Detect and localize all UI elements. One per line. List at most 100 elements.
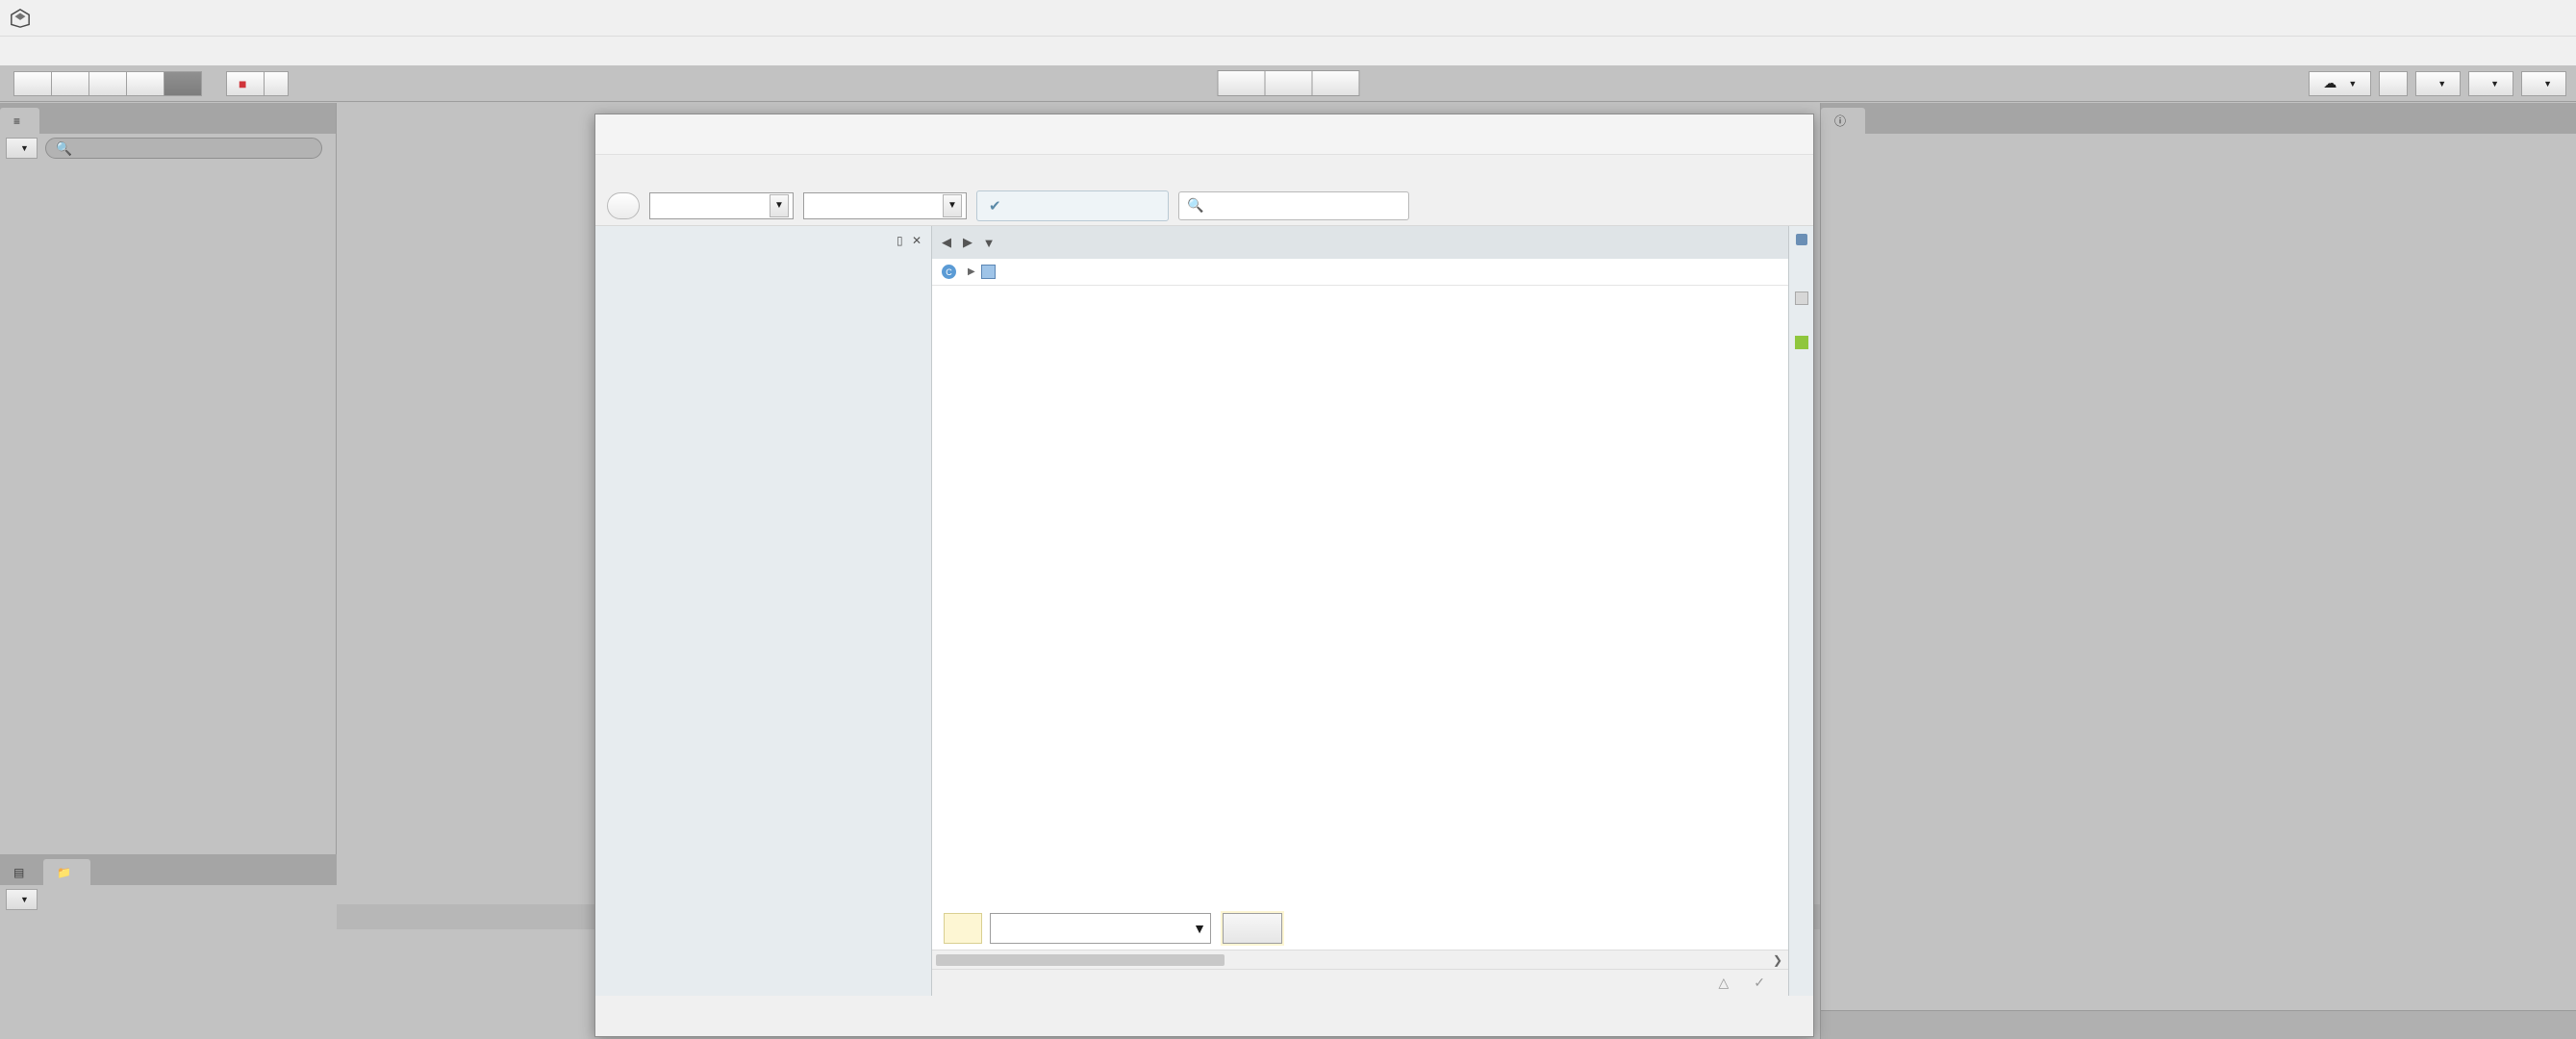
- notification-message-box: [944, 913, 982, 944]
- md-status-indicator: ✔: [976, 190, 1169, 221]
- maximize-button[interactable]: [2451, 0, 2513, 37]
- close-button[interactable]: [2513, 0, 2576, 37]
- md-search-input[interactable]: 🔍: [1178, 190, 1409, 220]
- project-create-button[interactable]: ▼: [6, 889, 38, 910]
- chevron-down-icon: ▼: [770, 193, 789, 217]
- tab-project[interactable]: 📁: [43, 859, 91, 885]
- solution-tree[interactable]: [595, 255, 931, 794]
- inspector-footer-label: [1821, 1010, 2576, 1039]
- step-button[interactable]: [1311, 70, 1360, 96]
- editor-breadcrumb[interactable]: C ▶: [932, 259, 1788, 286]
- monodevelop-titlebar: [595, 114, 1813, 155]
- editor-horizontal-scrollbar[interactable]: ❯: [932, 950, 1788, 969]
- line-endings-select[interactable]: ▼: [990, 913, 1211, 944]
- chevron-down-icon: ▼: [1193, 921, 1206, 936]
- search-icon: 🔍: [55, 139, 73, 156]
- monodevelop-toolbar: ▼ ▼ ✔ 🔍: [595, 186, 1813, 226]
- close-pane-icon[interactable]: ✕: [912, 234, 922, 247]
- layout-button[interactable]: ▼: [2521, 70, 2566, 96]
- unity-menubar: [0, 37, 2576, 65]
- editor-pane: ◀ ▶ ▼ C ▶ ▼ ❯ △ ✓: [932, 226, 1788, 996]
- scroll-right-arrow[interactable]: ❯: [1773, 953, 1782, 967]
- screen-root: ■ ☁ ▼ ▼ ▼ ▼ ≡ ▼ 🔍 ▤ 📁 ▼ ⓘ ▼ ▼ ✔ 🔍 ▯ ✕ ◀ …: [0, 0, 2576, 1039]
- scrollbar-thumb[interactable]: [936, 953, 1225, 966]
- md-minimize-button[interactable]: [1605, 114, 1675, 155]
- pivot-toggle[interactable]: ■: [226, 70, 265, 96]
- tab-console[interactable]: ▤: [0, 859, 44, 885]
- global-toggle[interactable]: [264, 70, 290, 96]
- notification-ok-button[interactable]: [1223, 913, 1282, 944]
- hand-tool-icon[interactable]: [13, 70, 52, 96]
- chevron-down-icon: ▼: [943, 193, 962, 217]
- check-circle-icon: ✔: [989, 197, 1001, 215]
- hierarchy-search-input[interactable]: 🔍: [44, 138, 322, 159]
- chevron-down-icon: ▼: [2348, 78, 2358, 89]
- project-panel: ▤ 📁 ▼: [0, 854, 337, 1039]
- unity-logo-icon: [11, 8, 30, 28]
- md-close-button[interactable]: [1744, 114, 1813, 155]
- project-tabrow: ▤ 📁: [0, 854, 337, 885]
- tab-prev-arrow[interactable]: ◀: [936, 235, 957, 250]
- tab-hierarchy[interactable]: ≡: [0, 108, 40, 134]
- class-icon: C: [942, 265, 956, 279]
- right-dock-strip: [1788, 226, 1813, 996]
- hierarchy-toolbar: ▼ 🔍: [0, 134, 336, 163]
- project-tree[interactable]: [0, 914, 337, 1039]
- inspector-icon: ⓘ: [1834, 114, 1847, 128]
- solution-pane-controls[interactable]: ▯ ✕: [897, 234, 922, 247]
- tab-services[interactable]: [1865, 108, 1893, 134]
- tab-next-arrow[interactable]: ▶: [957, 235, 978, 250]
- chevron-right-icon: ▶: [968, 266, 975, 277]
- play-button[interactable]: [1217, 70, 1266, 96]
- monodevelop-window: ▼ ▼ ✔ 🔍 ▯ ✕ ◀ ▶ ▼ C ▶ ▼ ❯ △ ✓: [594, 114, 1814, 1037]
- chevron-down-icon: ▼: [2543, 78, 2552, 89]
- unity-window-controls: [2388, 0, 2576, 37]
- md-maximize-button[interactable]: [1675, 114, 1744, 155]
- layers-button[interactable]: ▼: [2468, 70, 2514, 96]
- chevron-down-icon: ▼: [20, 143, 29, 153]
- check-icon: ✓: [1754, 975, 1765, 990]
- pivot-group: ■: [226, 70, 290, 96]
- solution-header: ▯ ✕: [595, 226, 931, 255]
- hierarchy-icon: ≡: [13, 114, 21, 128]
- monodevelop-menubar: [595, 155, 1813, 186]
- tab-inspector[interactable]: ⓘ: [1821, 108, 1866, 134]
- inspector-body[interactable]: [1821, 134, 2576, 1000]
- unity-toolbar-right: ☁ ▼ ▼ ▼ ▼: [2301, 70, 2566, 96]
- warning-icon: △: [1718, 975, 1730, 990]
- monodevelop-body: ▯ ✕ ◀ ▶ ▼ C ▶ ▼ ❯ △ ✓: [595, 226, 1813, 996]
- chevron-down-icon: ▼: [2437, 78, 2447, 89]
- unit-tests-icon: [1794, 336, 1808, 349]
- errors-pad-button[interactable]: △: [1718, 975, 1732, 991]
- hierarchy-tabrow: ≡: [0, 103, 336, 134]
- unity-toolbar: ■ ☁ ▼ ▼ ▼ ▼: [0, 65, 2576, 102]
- scale-tool-icon[interactable]: [126, 70, 164, 96]
- md-configuration-select[interactable]: ▼: [649, 191, 794, 219]
- playback-controls: [1217, 70, 1360, 96]
- monodevelop-status-bar: △ ✓: [932, 969, 1788, 996]
- md-target-select[interactable]: ▼: [803, 191, 967, 219]
- tab-overflow-arrow[interactable]: ▼: [978, 236, 999, 250]
- hierarchy-panel: ≡ ▼ 🔍: [0, 103, 337, 854]
- pause-button[interactable]: [1264, 70, 1313, 96]
- rect-tool-icon[interactable]: [164, 70, 202, 96]
- code-editor[interactable]: [932, 286, 1788, 996]
- minimize-pane-icon[interactable]: ▯: [897, 234, 903, 247]
- collab-button[interactable]: ☁ ▼: [2309, 70, 2372, 96]
- solution-pane: ▯ ✕: [595, 226, 932, 996]
- minimize-button[interactable]: [2388, 0, 2451, 37]
- document-tabstrip: ◀ ▶ ▼: [932, 226, 1788, 259]
- chevron-down-icon: ▼: [20, 895, 29, 904]
- cloud-button[interactable]: [2379, 70, 2409, 96]
- move-tool-icon[interactable]: [51, 70, 89, 96]
- project-body: [0, 914, 337, 1039]
- pin-icon[interactable]: [1795, 234, 1807, 245]
- project-toolbar: ▼: [0, 885, 337, 914]
- cloud-icon: ☁: [2323, 75, 2337, 90]
- hierarchy-tree[interactable]: [0, 163, 336, 836]
- tasks-pad-button[interactable]: ✓: [1754, 975, 1769, 991]
- account-button[interactable]: ▼: [2415, 70, 2462, 96]
- rotate-tool-icon[interactable]: [88, 70, 127, 96]
- md-run-button[interactable]: [607, 191, 640, 219]
- hierarchy-create-button[interactable]: ▼: [6, 138, 38, 159]
